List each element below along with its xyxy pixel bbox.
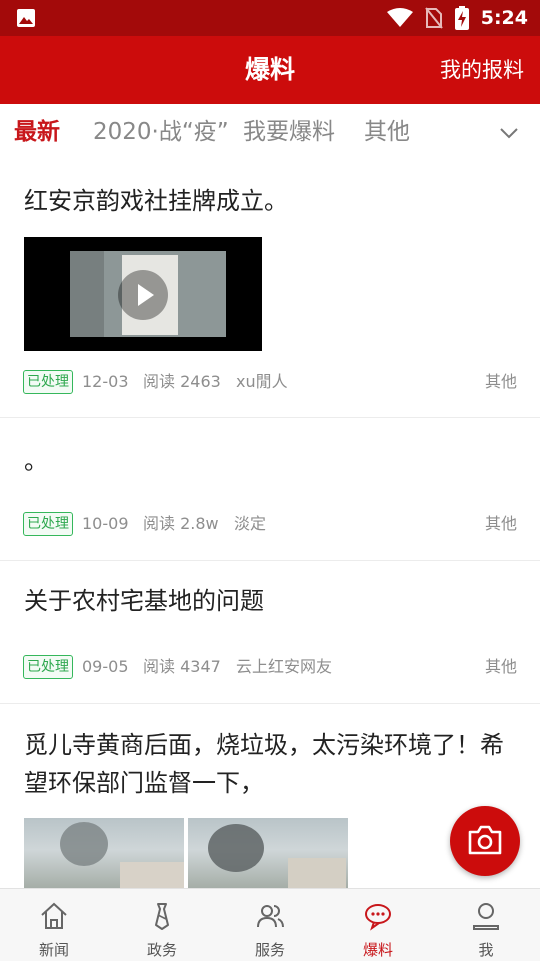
tab-latest[interactable]: 最新 <box>14 104 60 162</box>
video-thumbnail[interactable] <box>24 237 262 351</box>
item-author: xu閒人 <box>236 372 288 391</box>
nav-label: 新闻 <box>38 941 69 959</box>
nav-label: 政务 <box>146 941 177 959</box>
tie-icon <box>155 903 169 930</box>
item-date: 10-09 <box>82 514 129 533</box>
wifi-icon <box>386 8 413 27</box>
my-report-button[interactable]: 我的报料 <box>440 36 524 104</box>
image-icon <box>17 9 35 27</box>
item-title: 红安京韵戏社挂牌成立。 <box>24 187 288 215</box>
list-item[interactable]: 红安京韵戏社挂牌成立。 已处理 12-03 阅读 2463 xu閒人 其他 <box>0 162 540 418</box>
user-icon <box>473 903 499 930</box>
nav-report[interactable]: 爆料 <box>324 889 432 961</box>
item-category: 其他 <box>484 372 517 391</box>
status-time: 5:24 <box>480 7 528 29</box>
bottom-nav: 新闻 政务 服务 爆料 我 <box>0 888 540 961</box>
chevron-down-icon[interactable] <box>498 122 520 144</box>
list-item[interactable]: 关于农村宅基地的问题 已处理 09-05 阅读 4347 云上红安网友 其他 <box>0 561 540 704</box>
app-header: 爆料 我的报料 <box>0 36 540 104</box>
photo-thumbnail[interactable] <box>188 818 348 888</box>
item-title: 关于农村宅基地的问题 <box>24 587 264 615</box>
home-icon <box>41 902 67 929</box>
item-meta: 已处理 09-05 阅读 4347 云上红安网友 其他 <box>23 654 517 680</box>
camera-icon <box>468 825 502 855</box>
status-bar: 5:24 <box>0 0 540 36</box>
item-title: 觅儿寺黄商后面，烧垃圾，太污染环境了！希望环保部门监督一下， <box>24 731 504 797</box>
list-item[interactable]: 。 已处理 10-09 阅读 2.8w 淡定 其他 <box>0 418 540 561</box>
item-date: 09-05 <box>82 657 129 676</box>
nav-label: 服务 <box>254 941 285 959</box>
item-reads: 阅读 2463 <box>143 372 221 391</box>
item-category: 其他 <box>484 657 517 676</box>
category-tabs: 最新 2020·战“疫” 我要爆料 其他 <box>0 104 540 162</box>
tab-other[interactable]: 其他 <box>364 104 410 162</box>
no-sim-icon <box>424 7 443 29</box>
battery-charging-icon <box>454 6 469 30</box>
status-badge: 已处理 <box>23 370 73 394</box>
people-icon <box>257 905 284 928</box>
item-title: 。 <box>24 447 48 475</box>
item-meta: 已处理 10-09 阅读 2.8w 淡定 其他 <box>23 511 517 537</box>
play-icon[interactable] <box>118 270 168 320</box>
item-author: 云上红安网友 <box>236 657 333 676</box>
item-reads: 阅读 2.8w <box>143 514 219 533</box>
tab-submit-report[interactable]: 我要爆料 <box>243 104 335 162</box>
tab-fight-epidemic[interactable]: 2020·战“疫” <box>93 104 229 162</box>
nav-label: 爆料 <box>362 941 393 959</box>
nav-label: 我 <box>478 941 494 959</box>
nav-services[interactable]: 服务 <box>216 889 324 961</box>
chat-bubble-icon <box>365 904 391 931</box>
item-category: 其他 <box>484 514 517 533</box>
nav-news[interactable]: 新闻 <box>0 889 108 961</box>
item-meta: 已处理 12-03 阅读 2463 xu閒人 其他 <box>23 369 517 395</box>
status-badge: 已处理 <box>23 655 73 679</box>
nav-government[interactable]: 政务 <box>108 889 216 961</box>
camera-button[interactable] <box>450 806 520 876</box>
report-feed: 红安京韵戏社挂牌成立。 已处理 12-03 阅读 2463 xu閒人 其他 。 … <box>0 162 540 888</box>
photo-thumbnail[interactable] <box>24 818 184 888</box>
nav-me[interactable]: 我 <box>432 889 540 961</box>
photo-gallery <box>24 818 350 888</box>
item-author: 淡定 <box>234 514 267 533</box>
item-reads: 阅读 4347 <box>143 657 221 676</box>
item-date: 12-03 <box>82 372 129 391</box>
status-badge: 已处理 <box>23 512 73 536</box>
